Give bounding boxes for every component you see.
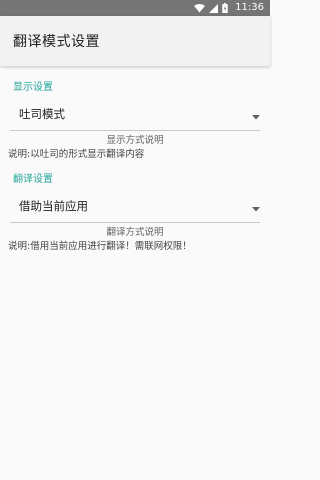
display-description-title: 显示方式说明 bbox=[106, 135, 164, 146]
signal-icon bbox=[209, 3, 219, 13]
section-header-translate: 翻译设置 bbox=[13, 174, 53, 185]
translate-mode-spinner[interactable]: 借助当前应用 bbox=[0, 192, 270, 220]
display-mode-value: 吐司模式 bbox=[19, 107, 65, 121]
display-settings-section: 显示设置 吐司模式 显示方式说明 说明:以吐司的形式显示翻译内容 bbox=[0, 80, 270, 162]
dropdown-arrow-icon bbox=[252, 197, 260, 216]
status-bar: 11:36 bbox=[0, 0, 270, 16]
display-mode-spinner[interactable]: 吐司模式 bbox=[0, 100, 270, 128]
section-header-display: 显示设置 bbox=[13, 82, 53, 93]
page-title: 翻译模式设置 bbox=[13, 34, 100, 50]
battery-icon bbox=[222, 3, 228, 13]
dropdown-arrow-icon bbox=[252, 105, 260, 124]
app-bar: 翻译模式设置 bbox=[0, 16, 270, 66]
translate-description-text: 说明:借用当前应用进行翻译！需联网权限！ bbox=[8, 241, 192, 252]
settings-content: 显示设置 吐司模式 显示方式说明 说明:以吐司的形式显示翻译内容 翻译设置 借助… bbox=[0, 66, 270, 254]
spinner-underline bbox=[10, 130, 260, 131]
translate-mode-value: 借助当前应用 bbox=[19, 199, 88, 213]
status-time: 11:36 bbox=[235, 2, 264, 13]
display-description-text: 说明:以吐司的形式显示翻译内容 bbox=[8, 149, 145, 160]
spinner-underline bbox=[10, 222, 260, 223]
wifi-icon bbox=[194, 3, 206, 13]
translate-settings-section: 翻译设置 借助当前应用 翻译方式说明 说明:借用当前应用进行翻译！需联网权限！ bbox=[0, 172, 270, 254]
translate-description-title: 翻译方式说明 bbox=[106, 227, 164, 238]
